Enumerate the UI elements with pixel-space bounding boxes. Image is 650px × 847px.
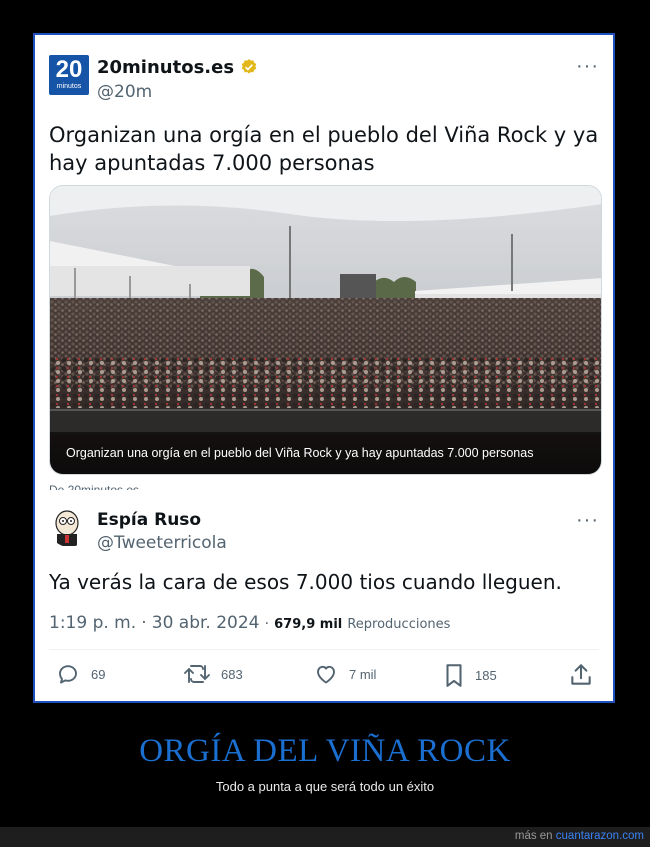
bookmark-button[interactable]: 185 — [443, 662, 497, 688]
verified-badge-icon — [242, 59, 257, 74]
meta-separator: · — [141, 613, 147, 633]
avatar-logo-subtext: minutos — [56, 83, 82, 90]
tweet-text-line-2: hay apuntadas 7.000 personas — [49, 151, 375, 175]
reply-tweet-text: Ya verás la cara de esos 7.000 tios cuan… — [49, 570, 562, 594]
author-name-text: 20minutos.es — [97, 57, 235, 78]
tweet-text-line-1: Organizan una orgía en el pueblo del Viñ… — [49, 123, 599, 147]
retweet-button[interactable]: 683 — [183, 662, 243, 686]
footer-bar: más en cuantarazon.com — [0, 827, 650, 847]
post-subtitle: Todo a punta a que será todo un éxito — [215, 779, 435, 794]
footer-link[interactable]: cuantarazon.com — [556, 830, 644, 842]
author-name[interactable]: 20minutos.es — [97, 57, 258, 78]
tweet-time[interactable]: 1:19 p. m. — [49, 613, 136, 633]
divider — [49, 649, 599, 650]
reply-button[interactable]: 69 — [55, 662, 105, 686]
author-handle[interactable]: @20m — [97, 82, 152, 102]
footer-text: más en cuantarazon.com — [515, 830, 644, 842]
reply-author-name[interactable]: Espía Ruso — [97, 510, 201, 530]
avatar-logo-text: 20 — [55, 56, 83, 83]
reply-icon — [59, 665, 77, 684]
share-icon — [571, 664, 591, 685]
reply-more-options-icon[interactable]: ··· — [576, 509, 599, 532]
20minutos-avatar[interactable]: 20 minutos — [49, 55, 89, 95]
media-caption: Organizan una orgía en el pueblo del Viñ… — [50, 432, 601, 474]
tweet-date[interactable]: 30 abr. 2024 — [152, 613, 260, 633]
more-options-icon[interactable]: ··· — [576, 55, 599, 78]
bookmark-count: 185 — [475, 667, 497, 683]
tweet-card: 20 minutos 20minutos.es @20m ··· Organiz… — [33, 33, 615, 703]
tweet-meta: 1:19 p. m. · 30 abr. 2024 · 679,9 mil Re… — [49, 613, 451, 633]
retweet-icon — [184, 665, 210, 683]
tweet-text: Organizan una orgía en el pueblo del Viñ… — [49, 121, 609, 177]
bookmark-icon — [446, 664, 462, 687]
reply-author-handle[interactable]: @Tweeterricola — [97, 533, 227, 553]
link-source[interactable]: De 20minutos.es — [49, 480, 139, 490]
views-label: Reproducciones — [347, 617, 451, 632]
retweet-count: 683 — [221, 666, 243, 682]
views-count: 679,9 mil — [274, 617, 343, 632]
reply-count: 69 — [91, 666, 106, 682]
post-title: ORGÍA DEL VIÑA ROCK — [139, 733, 511, 769]
tweet-media-image[interactable]: Organizan una orgía en el pueblo del Viñ… — [49, 185, 602, 475]
share-button[interactable] — [568, 662, 604, 688]
footer-prefix: más en — [514, 830, 553, 842]
heart-icon — [317, 665, 335, 684]
like-count: 7 mil — [349, 666, 377, 682]
cartoon-avatar-icon — [55, 510, 79, 546]
espia-ruso-avatar[interactable] — [49, 507, 89, 547]
like-button[interactable]: 7 mil — [313, 662, 376, 686]
